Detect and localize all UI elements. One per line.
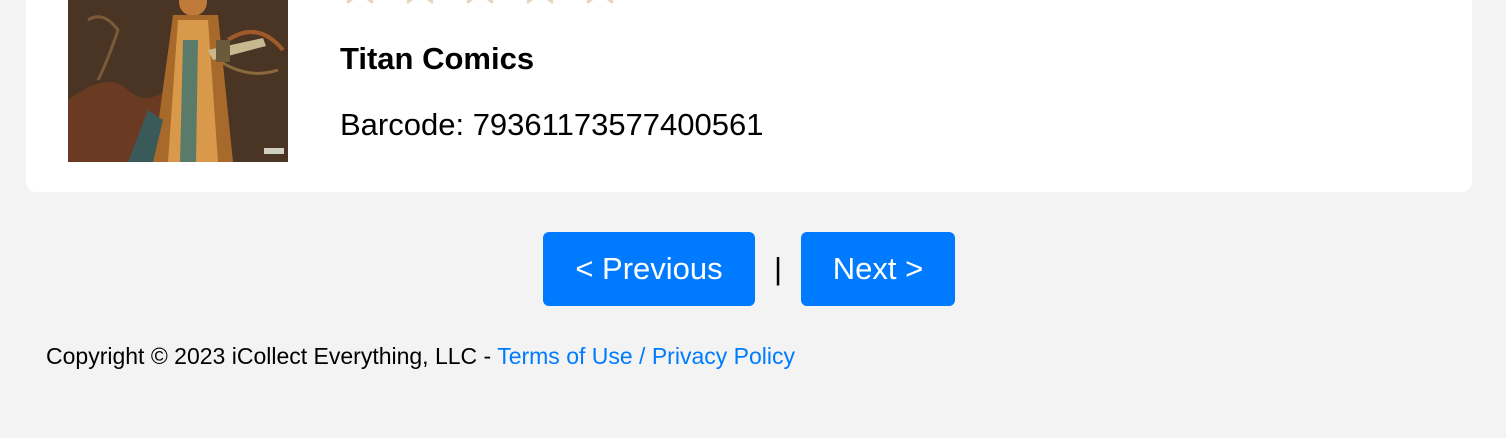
pagination: < Previous | Next > xyxy=(543,232,955,306)
star-outline-icon[interactable] xyxy=(460,0,500,22)
footer: Copyright © 2023 iCollect Everything, LL… xyxy=(46,340,795,372)
star-outline-icon[interactable] xyxy=(340,0,380,22)
copyright-text: Copyright © 2023 iCollect Everything, LL… xyxy=(46,343,498,369)
terms-privacy-link[interactable]: Terms of Use / Privacy Policy xyxy=(497,343,795,369)
comic-cover-image[interactable] xyxy=(68,0,288,162)
star-outline-icon[interactable] xyxy=(400,0,440,22)
star-outline-icon[interactable] xyxy=(520,0,560,22)
star-outline-icon[interactable] xyxy=(580,0,620,22)
pagination-separator: | xyxy=(773,251,783,286)
next-button[interactable]: Next > xyxy=(801,232,955,306)
cover-art xyxy=(68,0,288,162)
publisher-name: Titan Comics xyxy=(340,41,535,76)
previous-button[interactable]: < Previous xyxy=(543,232,755,306)
barcode-text: Barcode: 79361173577400561 xyxy=(340,107,764,142)
rating-stars[interactable] xyxy=(340,0,620,22)
item-card: Titan Comics Barcode: 79361173577400561 xyxy=(26,0,1472,192)
